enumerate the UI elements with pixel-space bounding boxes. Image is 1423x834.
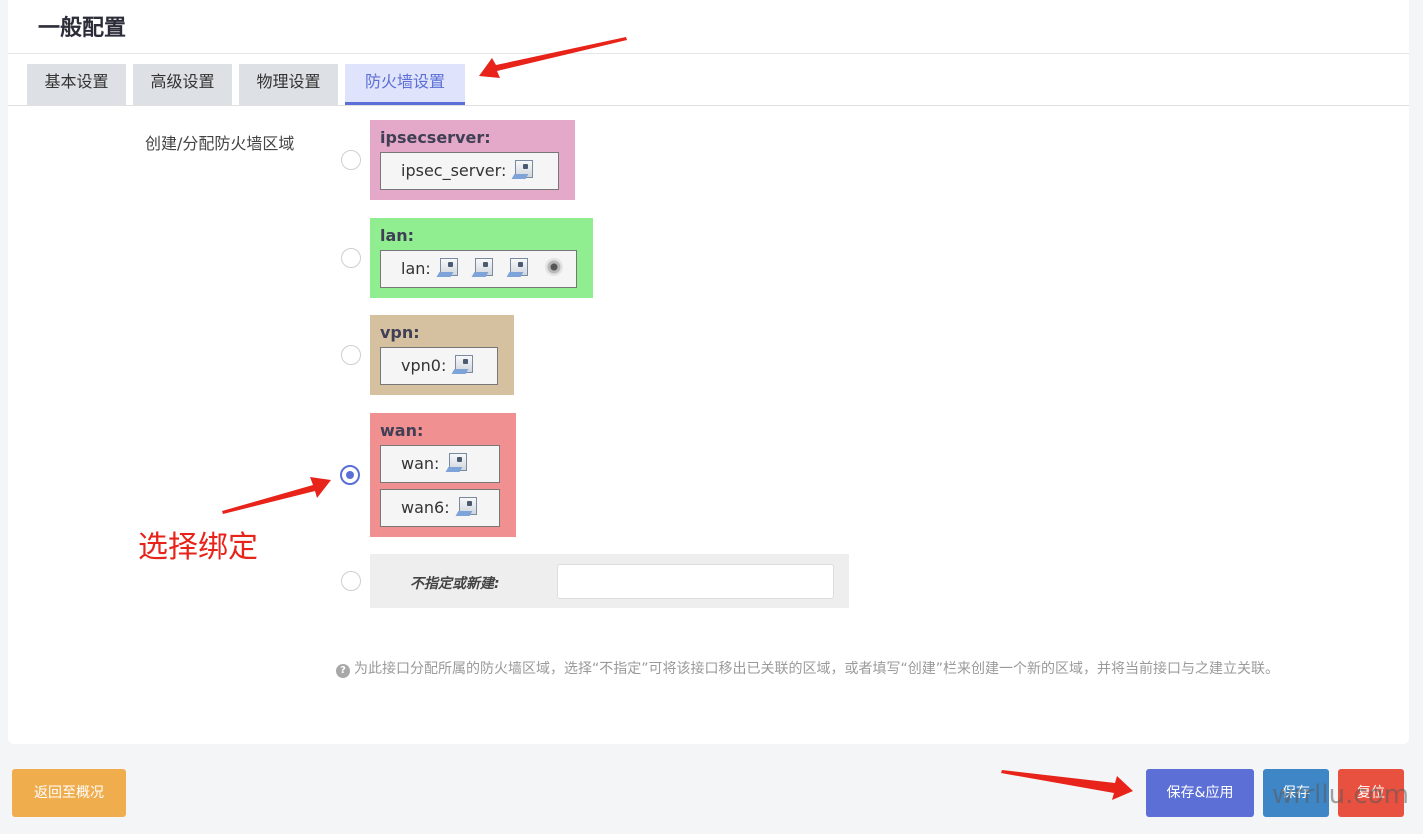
reset-button[interactable]: 复位 [1338,769,1404,817]
back-to-overview-button[interactable]: 返回至概况 [12,769,126,817]
save-apply-button[interactable]: 保存&应用 [1146,769,1254,817]
arrow-to-wan-radio [222,477,331,514]
annotation-arrows [222,37,1133,800]
arrow-to-save-apply [1001,770,1133,800]
save-button[interactable]: 保存 [1263,769,1329,817]
arrow-to-firewall-tab [479,37,627,78]
